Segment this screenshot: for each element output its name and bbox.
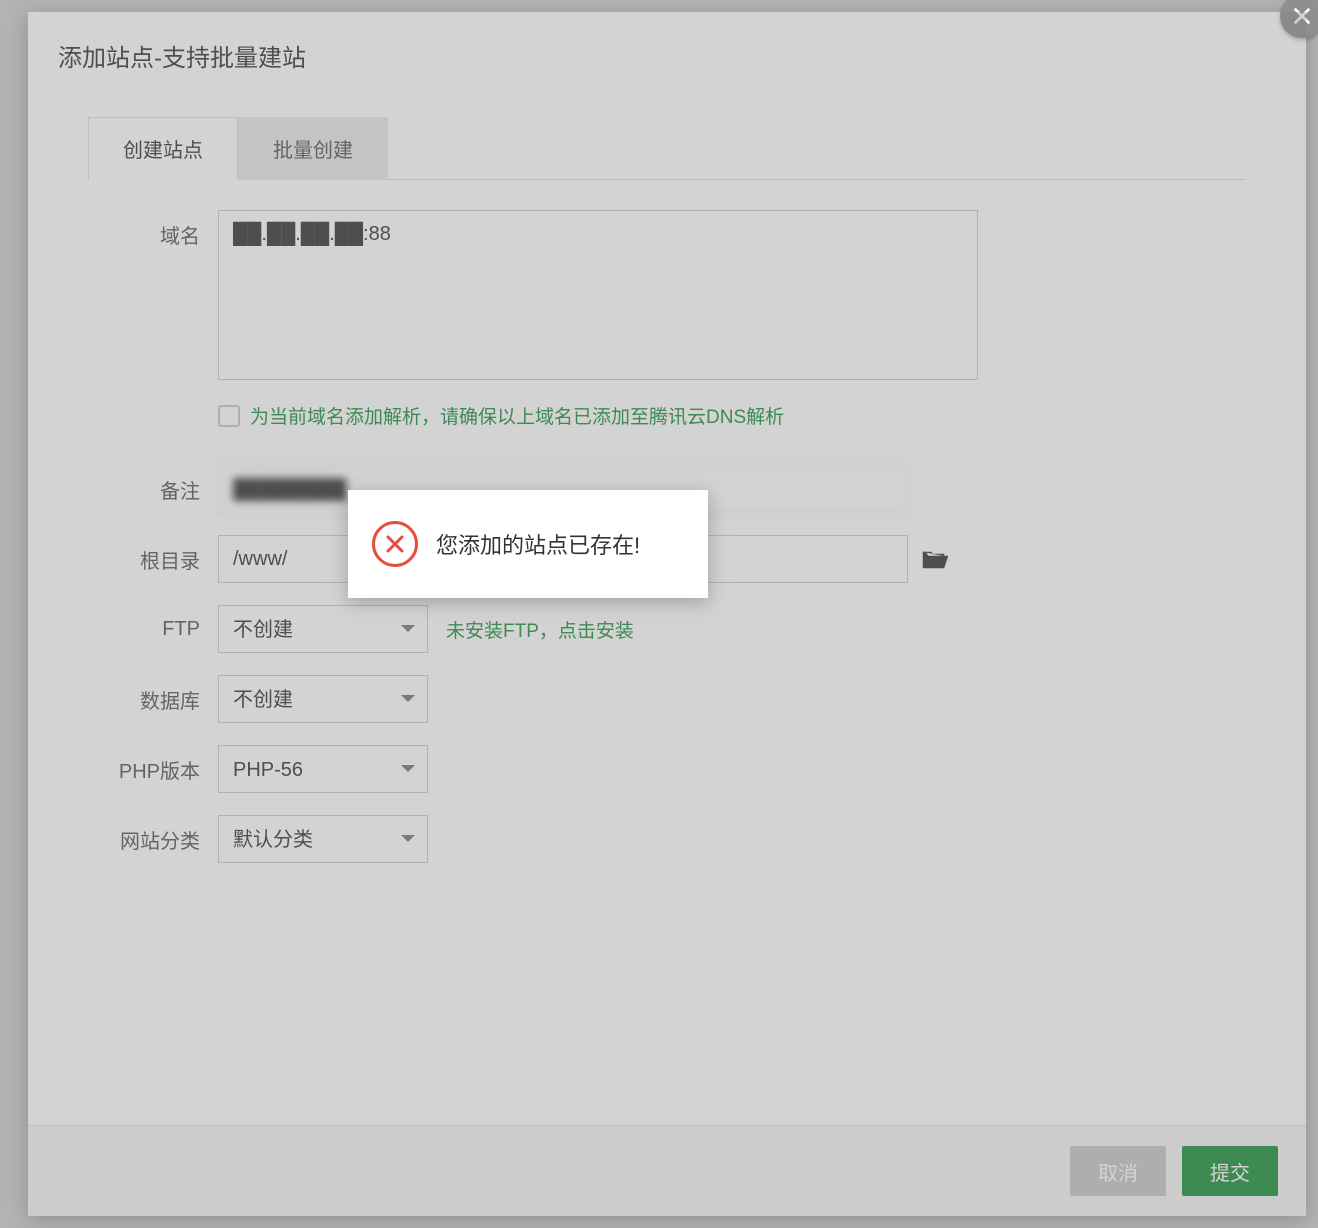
close-icon (1291, 5, 1313, 27)
ftp-install-link[interactable]: 未安装FTP，点击安装 (446, 616, 634, 643)
error-icon (372, 521, 418, 567)
label-domain: 域名 (88, 210, 218, 249)
label-category: 网站分类 (88, 825, 218, 854)
label-php: PHP版本 (88, 755, 218, 784)
browse-folder-button[interactable] (922, 548, 948, 570)
tab-create-site[interactable]: 创建站点 (88, 117, 238, 180)
label-root: 根目录 (88, 545, 218, 574)
php-select[interactable]: PHP-56 (218, 745, 428, 793)
modal-title: 添加站点-支持批量建站 (28, 12, 1306, 97)
error-toast: 您添加的站点已存在! (348, 490, 708, 598)
category-select[interactable]: 默认分类 (218, 815, 428, 863)
row-php: PHP版本 PHP-56 (88, 745, 1246, 793)
dns-checkbox-label: 为当前域名添加解析，请确保以上域名已添加至腾讯云DNS解析 (250, 402, 784, 429)
modal-footer: 取消 提交 (28, 1125, 1306, 1216)
domain-input[interactable]: ██.██.██.██:88 (218, 210, 978, 380)
label-ftp: FTP (88, 618, 218, 641)
add-site-modal: 添加站点-支持批量建站 创建站点 批量创建 域名 ██.██.██.██:88 … (28, 12, 1306, 1216)
label-database: 数据库 (88, 685, 218, 714)
label-note: 备注 (88, 475, 218, 504)
row-ftp: FTP 不创建 未安装FTP，点击安装 (88, 605, 1246, 653)
row-category: 网站分类 默认分类 (88, 815, 1246, 863)
folder-open-icon (922, 548, 948, 570)
cancel-button[interactable]: 取消 (1070, 1146, 1166, 1196)
ftp-select[interactable]: 不创建 (218, 605, 428, 653)
tabs: 创建站点 批量创建 (88, 117, 1246, 180)
row-domain: 域名 ██.██.██.██:88 (88, 210, 1246, 380)
toast-message: 您添加的站点已存在! (436, 528, 640, 560)
submit-button[interactable]: 提交 (1182, 1146, 1278, 1196)
row-database: 数据库 不创建 (88, 675, 1246, 723)
database-select[interactable]: 不创建 (218, 675, 428, 723)
tab-batch-create[interactable]: 批量创建 (238, 117, 388, 180)
row-dns-checkbox: 为当前域名添加解析，请确保以上域名已添加至腾讯云DNS解析 (218, 402, 1246, 429)
dns-checkbox[interactable] (218, 405, 240, 427)
